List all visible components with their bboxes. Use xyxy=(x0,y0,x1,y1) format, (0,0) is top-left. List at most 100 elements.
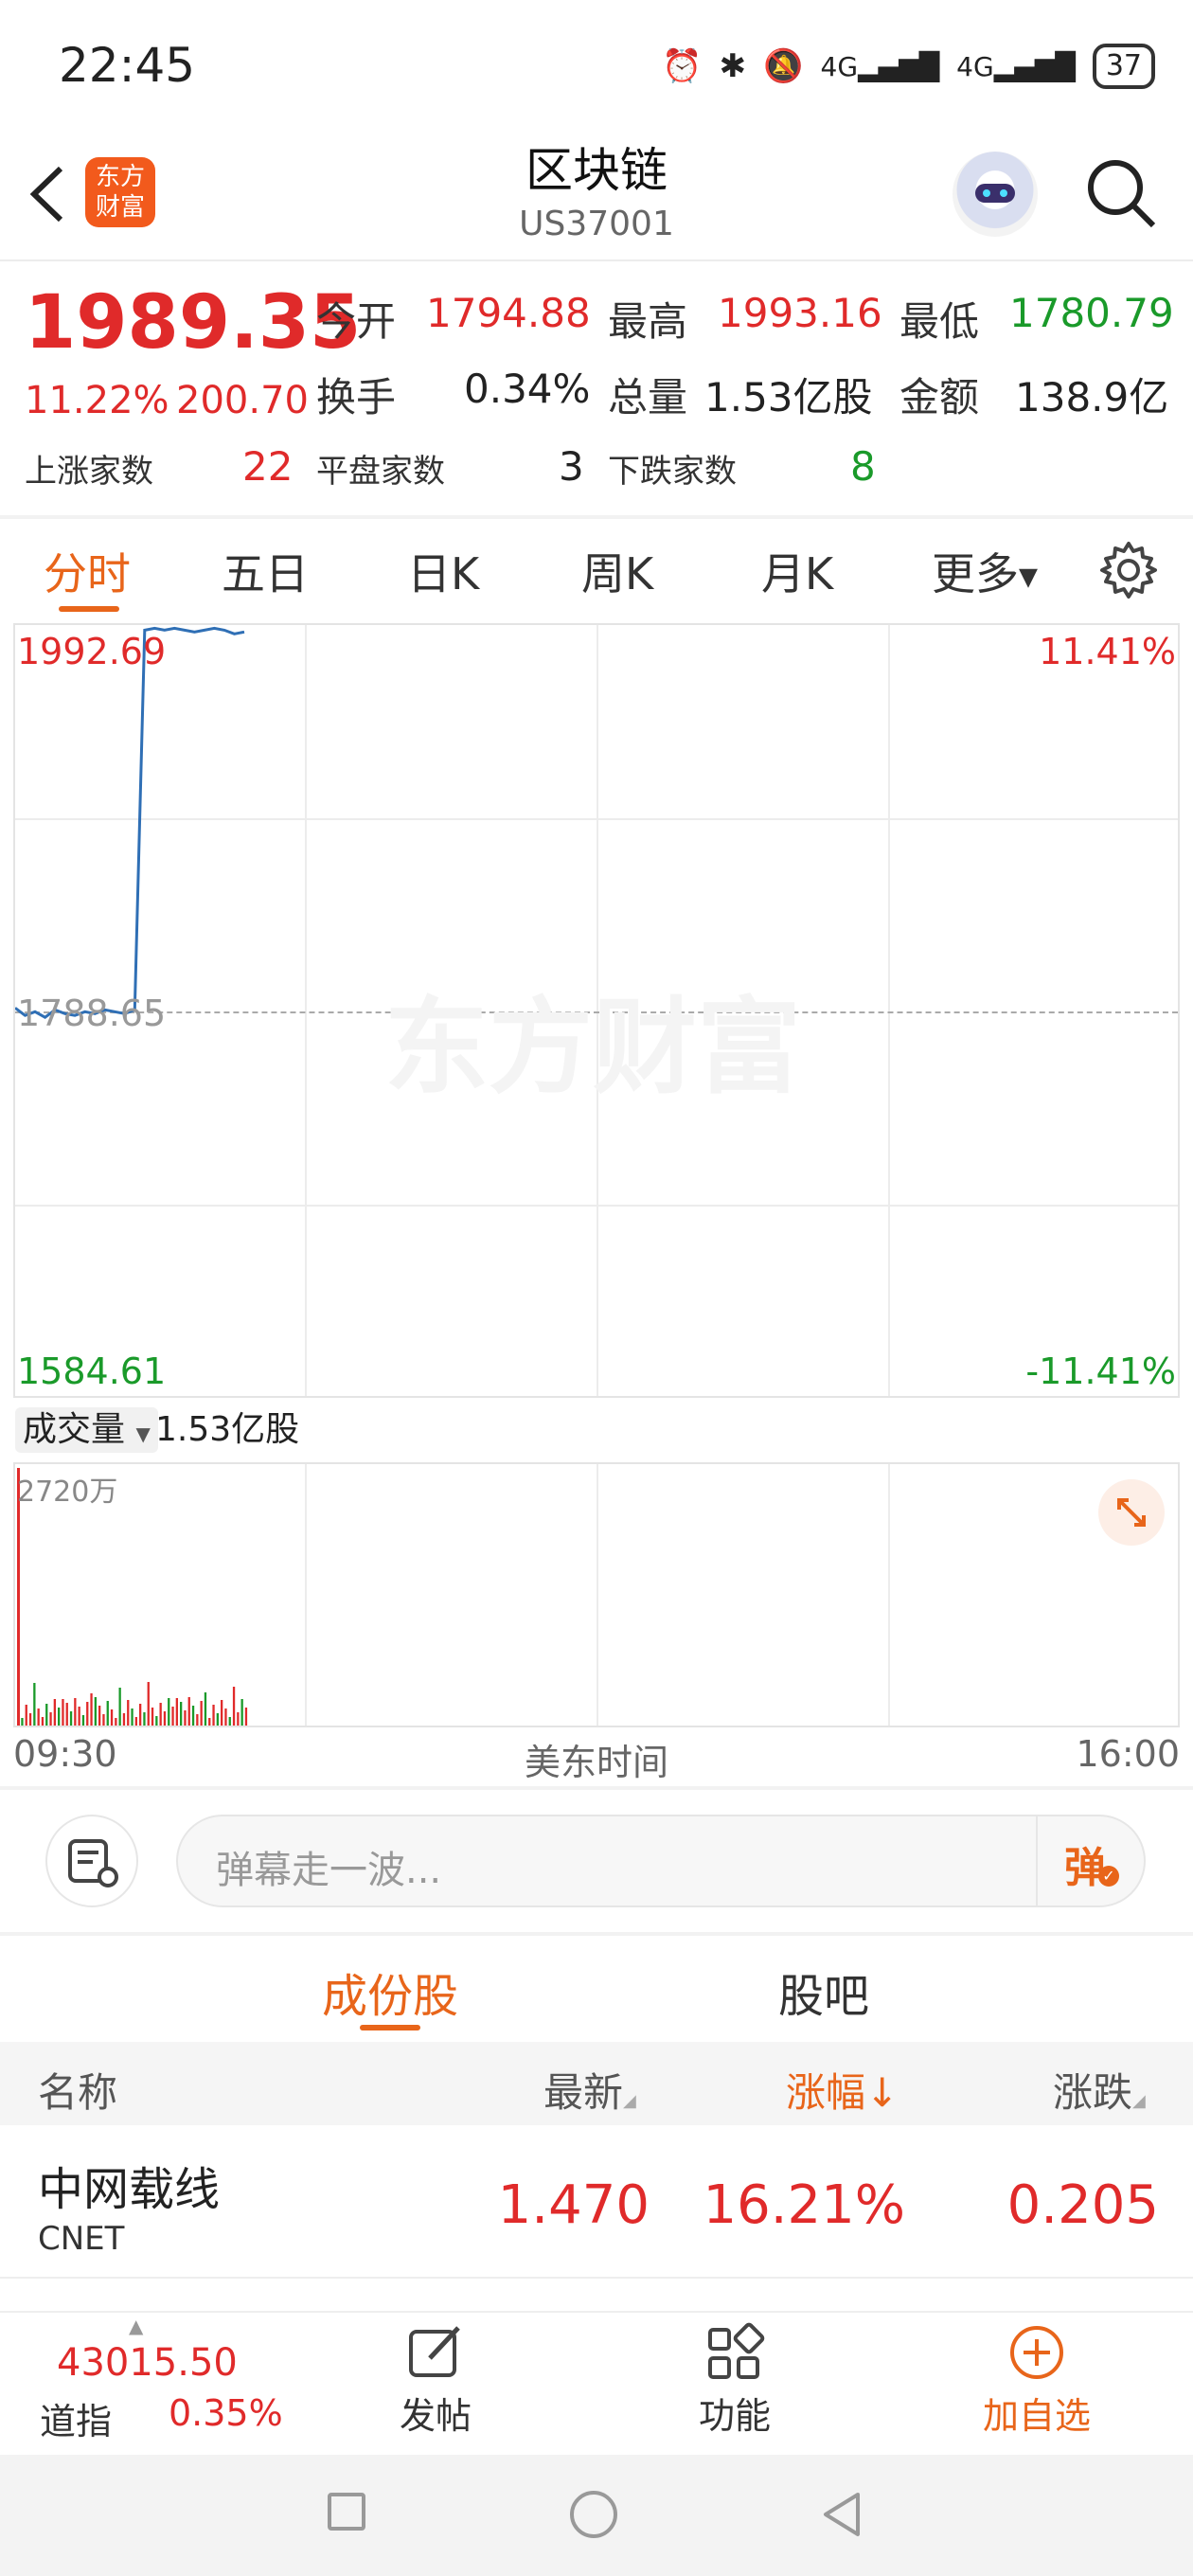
col-header-change[interactable]: 涨跌◢ xyxy=(1053,2061,1146,2119)
volume-selector[interactable]: 成交量 ▼ xyxy=(15,1407,158,1453)
volume-bar xyxy=(28,1713,32,1726)
volume-bar xyxy=(163,1711,167,1726)
battery-icon: 37 xyxy=(1092,44,1155,89)
system-nav-bar xyxy=(0,2455,1193,2576)
quote-divider xyxy=(0,515,1193,519)
danmaku-send-label: 弹 xyxy=(1064,1844,1106,1892)
volume-bar xyxy=(41,1717,45,1726)
volume-bar xyxy=(118,1688,121,1726)
tab-more[interactable]: 更多▼ xyxy=(932,540,1038,602)
time-end: 16:00 xyxy=(1076,1733,1180,1775)
stat-label-turnover: 换手 xyxy=(316,374,397,420)
tab-constituents-underline xyxy=(360,2025,420,2030)
count-label-down: 下跌家数 xyxy=(608,453,737,491)
volume-bar xyxy=(110,1709,114,1726)
intraday-chart[interactable]: 东方财富 1992.69 1788.65 1584.61 11.41% -11.… xyxy=(13,623,1180,1398)
volume-chart[interactable]: 2720万 xyxy=(13,1462,1180,1727)
volume-bar xyxy=(191,1706,195,1726)
recents-nav-button[interactable] xyxy=(328,2493,365,2531)
price-line xyxy=(15,626,245,1019)
chart-divider xyxy=(0,1786,1193,1790)
danmaku-input[interactable]: 弹幕走一波... 弹 ✓ xyxy=(176,1815,1146,1907)
price-mid-label: 1788.65 xyxy=(17,993,167,1034)
price-high-label: 1992.69 xyxy=(17,631,167,672)
danmaku-send-button[interactable]: 弹 ✓ xyxy=(1036,1816,1144,1905)
add-circle-icon xyxy=(1010,2326,1063,2379)
settings-gear-icon[interactable] xyxy=(1098,540,1159,600)
signal-icon: 4G▂▄▆█ xyxy=(820,50,940,82)
danmaku-divider xyxy=(0,1932,1193,1936)
stat-value-high: 1993.16 xyxy=(718,290,882,336)
volume-bar xyxy=(78,1707,80,1726)
volume-bar xyxy=(131,1708,134,1726)
table-row[interactable]: 中网载线 CNET 1.470 16.21% 0.205 xyxy=(0,2125,1193,2279)
caret-down-icon: ▼ xyxy=(1019,563,1038,592)
row-name: 中网载线 xyxy=(38,2163,221,2216)
robot-avatar-icon[interactable] xyxy=(953,152,1038,237)
col-header-latest[interactable]: 最新◢ xyxy=(543,2061,636,2119)
back-nav-button[interactable] xyxy=(820,2491,864,2538)
edit-icon xyxy=(409,2326,460,2377)
current-price: 1989.35 xyxy=(25,280,362,366)
row-code: CNET xyxy=(38,2220,125,2258)
volume-bar xyxy=(49,1712,52,1726)
search-icon[interactable] xyxy=(1083,155,1159,231)
tab-five-day[interactable]: 五日 xyxy=(222,540,309,602)
index-name: 道指 xyxy=(40,2401,113,2442)
col-header-name: 名称 xyxy=(38,2069,118,2116)
volume-bar xyxy=(74,1698,77,1726)
count-label-flat: 平盘家数 xyxy=(316,453,445,491)
volume-bar xyxy=(58,1708,61,1726)
volume-bar xyxy=(122,1713,126,1726)
status-icons: ⏰ ✱ 🔕 4G▂▄▆█ 4G▂▄▆█ 37 xyxy=(662,44,1155,89)
stat-label-high: 最高 xyxy=(608,298,688,345)
count-value-flat: 3 xyxy=(559,443,584,490)
status-time: 22:45 xyxy=(59,38,196,93)
stat-label-low: 最低 xyxy=(899,298,980,345)
volume-bar xyxy=(81,1715,85,1726)
expand-icon[interactable] xyxy=(1098,1479,1165,1546)
volume-bar xyxy=(139,1704,142,1726)
stat-value-low: 1780.79 xyxy=(1009,290,1174,336)
col-header-change-pct[interactable]: 涨幅↓ xyxy=(786,2061,899,2119)
price-line-svg xyxy=(15,626,245,1019)
volume-bar xyxy=(102,1714,105,1726)
volume-bar xyxy=(228,1717,231,1726)
volume-bar xyxy=(187,1697,190,1726)
stat-value-turnover: 0.34% xyxy=(464,366,591,412)
volume-bar xyxy=(212,1705,215,1726)
add-watchlist-button[interactable]: 加自选 xyxy=(975,2322,1098,2445)
danmaku-list-icon[interactable] xyxy=(45,1815,138,1907)
volume-bar xyxy=(221,1700,223,1726)
mute-icon: 🔕 xyxy=(763,47,804,85)
danmaku-placeholder: 弹幕走一波... xyxy=(216,1849,442,1892)
change-pct: 11.22% xyxy=(25,379,169,422)
row-latest: 1.470 xyxy=(497,2174,650,2236)
volume-bars-svg xyxy=(17,1468,248,1726)
alarm-icon: ⏰ xyxy=(662,47,703,85)
volume-bar xyxy=(168,1698,170,1726)
tab-constituents[interactable]: 成份股 xyxy=(322,1959,458,2025)
volume-bar xyxy=(204,1692,207,1726)
home-nav-button[interactable] xyxy=(570,2491,617,2538)
tab-intraday[interactable]: 分时 xyxy=(44,540,131,602)
tab-weekly-k[interactable]: 周K xyxy=(581,540,653,602)
volume-bar xyxy=(86,1702,89,1726)
functions-button[interactable]: 功能 xyxy=(678,2322,792,2445)
index-ticker[interactable]: ▲ 43015.50 道指 0.35% xyxy=(0,2313,284,2455)
tab-forum[interactable]: 股吧 xyxy=(778,1959,869,2025)
stat-value-amount: 138.9亿 xyxy=(1015,374,1169,420)
volume-selector-label: 成交量 xyxy=(23,1410,126,1449)
volume-bar xyxy=(115,1718,117,1726)
volume-bar xyxy=(240,1699,243,1726)
stat-label-amount: 金额 xyxy=(899,374,980,420)
volume-bar xyxy=(106,1701,109,1726)
arrow-down-icon: ↓ xyxy=(865,2069,899,2116)
count-label-up: 上涨家数 xyxy=(25,453,153,491)
volume-bar xyxy=(200,1701,203,1726)
volume-bar xyxy=(134,1717,137,1726)
volume-bar xyxy=(127,1700,130,1726)
tab-monthly-k[interactable]: 月K xyxy=(761,540,833,602)
tab-daily-k[interactable]: 日K xyxy=(407,540,479,602)
post-button[interactable]: 发帖 xyxy=(379,2322,492,2445)
